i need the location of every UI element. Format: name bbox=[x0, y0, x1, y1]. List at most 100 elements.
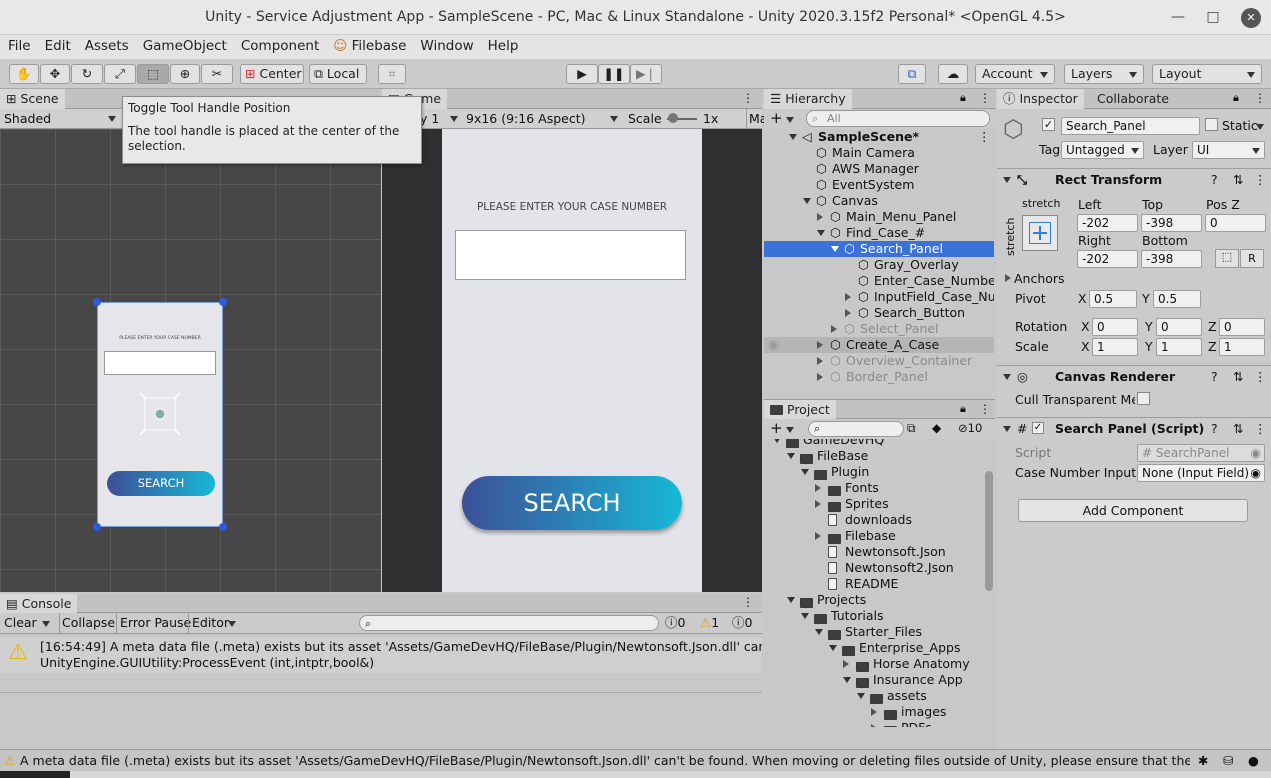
tab-scene[interactable]: ⊞ Scene bbox=[0, 89, 65, 109]
menu-component[interactable]: Component bbox=[234, 35, 326, 57]
posz-field[interactable]: 0 bbox=[1205, 214, 1266, 232]
close-button[interactable]: ✕ bbox=[1241, 8, 1261, 28]
project-file-item[interactable]: downloads bbox=[764, 512, 984, 528]
chevron-right-icon[interactable] bbox=[871, 708, 877, 716]
right-field[interactable]: -202 bbox=[1077, 250, 1138, 268]
chevron-down-icon[interactable] bbox=[817, 230, 825, 236]
case-number-input-field[interactable]: None (Input Field) ◉ bbox=[1137, 464, 1265, 482]
rotation-z-field[interactable]: 0 bbox=[1219, 318, 1265, 336]
project-scrollbar[interactable] bbox=[984, 439, 995, 727]
script-component-header[interactable]: # ✓ Search Panel (Script) ? ⇅ ⋮ bbox=[997, 417, 1271, 439]
rect-transform-header[interactable]: ⤡ Rect Transform ? ⇅ ⋮ bbox=[997, 168, 1271, 190]
visibility-icon[interactable]: ◉ bbox=[768, 337, 779, 353]
scale-tool-icon[interactable]: ⤢ bbox=[104, 64, 136, 84]
chevron-down-icon[interactable] bbox=[843, 677, 851, 683]
lock-icon[interactable]: 🔒︎ bbox=[960, 402, 966, 416]
chevron-down-icon[interactable] bbox=[787, 597, 795, 603]
project-file-item[interactable]: Newtonsoft2.Json bbox=[764, 560, 984, 576]
help-icon[interactable]: ? bbox=[1211, 169, 1218, 190]
lock-icon[interactable]: 🔒︎ bbox=[960, 91, 966, 105]
chevron-down-icon[interactable] bbox=[801, 469, 809, 475]
hierarchy-item[interactable]: ⬡ Search_Panel bbox=[764, 241, 994, 257]
kebab-menu-icon[interactable]: ⋮ bbox=[1254, 418, 1267, 439]
tab-console[interactable]: ▤ Console bbox=[0, 594, 78, 613]
chevron-right-icon[interactable] bbox=[831, 325, 837, 333]
rect-handle-icon[interactable] bbox=[138, 391, 182, 437]
pivot-y-field[interactable]: 0.5 bbox=[1153, 290, 1201, 308]
kebab-menu-icon[interactable]: ⋮ bbox=[742, 91, 754, 105]
anchors-foldout[interactable]: Anchors bbox=[1014, 271, 1065, 286]
kebab-menu-icon[interactable]: ⋮ bbox=[978, 129, 991, 145]
chevron-down-icon[interactable] bbox=[829, 645, 837, 651]
hierarchy-item[interactable]: ⬡ Gray_Overlay bbox=[764, 257, 994, 273]
project-search-input[interactable]: ⌕ bbox=[808, 421, 904, 437]
hand-tool-icon[interactable]: ✋ bbox=[9, 64, 39, 84]
chevron-down-icon[interactable] bbox=[857, 693, 865, 699]
menu-file[interactable]: File bbox=[1, 35, 38, 57]
preset-icon[interactable]: ⇅ bbox=[1233, 418, 1243, 439]
chevron-down-icon[interactable] bbox=[1256, 124, 1264, 130]
chevron-down-icon[interactable] bbox=[42, 621, 50, 627]
hierarchy-item[interactable]: ⬡ InputField_Case_Number bbox=[764, 289, 994, 305]
static-checkbox[interactable] bbox=[1205, 118, 1218, 131]
bug-icon[interactable]: ✱ bbox=[1198, 750, 1208, 771]
scrollbar-thumb[interactable] bbox=[985, 471, 993, 591]
console-entry[interactable]: ⚠ [16:54:49] A meta data file (.meta) ex… bbox=[0, 637, 762, 673]
add-component-button[interactable]: Add Component bbox=[1018, 499, 1248, 522]
project-folder-item[interactable]: FileBase bbox=[764, 448, 984, 464]
cache-server-icon[interactable]: ⛁ bbox=[1223, 750, 1233, 771]
hierarchy-item[interactable]: ⬡ Main_Menu_Panel bbox=[764, 209, 994, 225]
menu-filebase[interactable]: ☺ Filebase bbox=[326, 35, 413, 57]
active-checkbox[interactable]: ✓ bbox=[1042, 118, 1055, 131]
chevron-right-icon[interactable] bbox=[817, 213, 823, 221]
tab-inspector[interactable]: ⓘ Inspector bbox=[997, 89, 1084, 109]
hierarchy-item[interactable]: ⬡ Overview_Container bbox=[764, 353, 994, 369]
help-icon[interactable]: ? bbox=[1211, 418, 1218, 439]
chevron-down-icon[interactable] bbox=[801, 613, 809, 619]
object-name-field[interactable]: Search_Panel bbox=[1061, 117, 1200, 135]
clear-button[interactable]: Clear bbox=[4, 613, 37, 633]
editor-dropdown[interactable]: Editor bbox=[188, 613, 229, 633]
step-button[interactable]: ▶❘ bbox=[630, 64, 662, 84]
project-folder-item[interactable]: assets bbox=[764, 688, 984, 704]
error-pause-toggle[interactable]: Error Pause bbox=[116, 613, 191, 633]
script-enabled-checkbox[interactable]: ✓ bbox=[1032, 422, 1044, 434]
tab-hierarchy[interactable]: ☰ Hierarchy bbox=[764, 89, 852, 109]
hierarchy-item[interactable]: ⬡ Search_Button bbox=[764, 305, 994, 321]
blueprint-mode-icon[interactable]: ⬚ bbox=[1215, 249, 1239, 268]
transform-tool-icon[interactable]: ⊕ bbox=[170, 64, 200, 84]
project-folder-item[interactable]: Enterprise_Apps bbox=[764, 640, 984, 656]
menu-assets[interactable]: Assets bbox=[78, 35, 136, 57]
hierarchy-item[interactable]: ⬡ EventSystem bbox=[764, 177, 994, 193]
kebab-menu-icon[interactable]: ⋮ bbox=[1254, 366, 1267, 387]
project-folder-item[interactable]: GameDevHQ bbox=[764, 439, 984, 448]
layer-dropdown[interactable]: UI bbox=[1192, 141, 1265, 159]
error-count-toggle[interactable]: ⓘ0 bbox=[732, 613, 752, 633]
chevron-down-icon[interactable] bbox=[789, 134, 797, 140]
chevron-down-icon[interactable] bbox=[831, 246, 839, 252]
search-button[interactable]: SEARCH bbox=[462, 476, 682, 530]
project-folder-item[interactable]: Starter_Files bbox=[764, 624, 984, 640]
chevron-down-icon[interactable] bbox=[803, 198, 811, 204]
cloud-status-icon[interactable]: ● bbox=[1248, 750, 1259, 771]
tab-collaborate[interactable]: Collaborate bbox=[1091, 89, 1175, 109]
kebab-menu-icon[interactable]: ⋮ bbox=[1254, 91, 1266, 105]
kebab-menu-icon[interactable]: ⋮ bbox=[1254, 169, 1267, 190]
collapse-toggle[interactable]: Collapse bbox=[59, 613, 115, 633]
scale-y-field[interactable]: 1 bbox=[1156, 338, 1202, 356]
hierarchy-item[interactable]: ⬡ Select_Panel bbox=[764, 321, 994, 337]
pivot-center-toggle[interactable]: ⊞ Center bbox=[240, 64, 304, 84]
rotation-x-field[interactable]: 0 bbox=[1092, 318, 1138, 336]
hierarchy-search-input[interactable]: ⌕ All bbox=[806, 110, 990, 127]
project-folder-item[interactable]: Horse Anatomy bbox=[764, 656, 984, 672]
left-field[interactable]: -202 bbox=[1077, 214, 1138, 232]
scale-z-field[interactable]: 1 bbox=[1219, 338, 1265, 356]
scale-slider-thumb[interactable] bbox=[668, 113, 678, 123]
menu-edit[interactable]: Edit bbox=[38, 35, 78, 57]
project-folder-item[interactable]: Filebase bbox=[764, 528, 984, 544]
raw-edit-button[interactable]: R bbox=[1240, 249, 1264, 268]
info-count-toggle[interactable]: ⓘ0 bbox=[665, 613, 685, 633]
case-number-input[interactable] bbox=[455, 230, 686, 280]
pause-button[interactable]: ❚❚ bbox=[598, 64, 630, 84]
chevron-right-icon[interactable] bbox=[815, 532, 821, 540]
